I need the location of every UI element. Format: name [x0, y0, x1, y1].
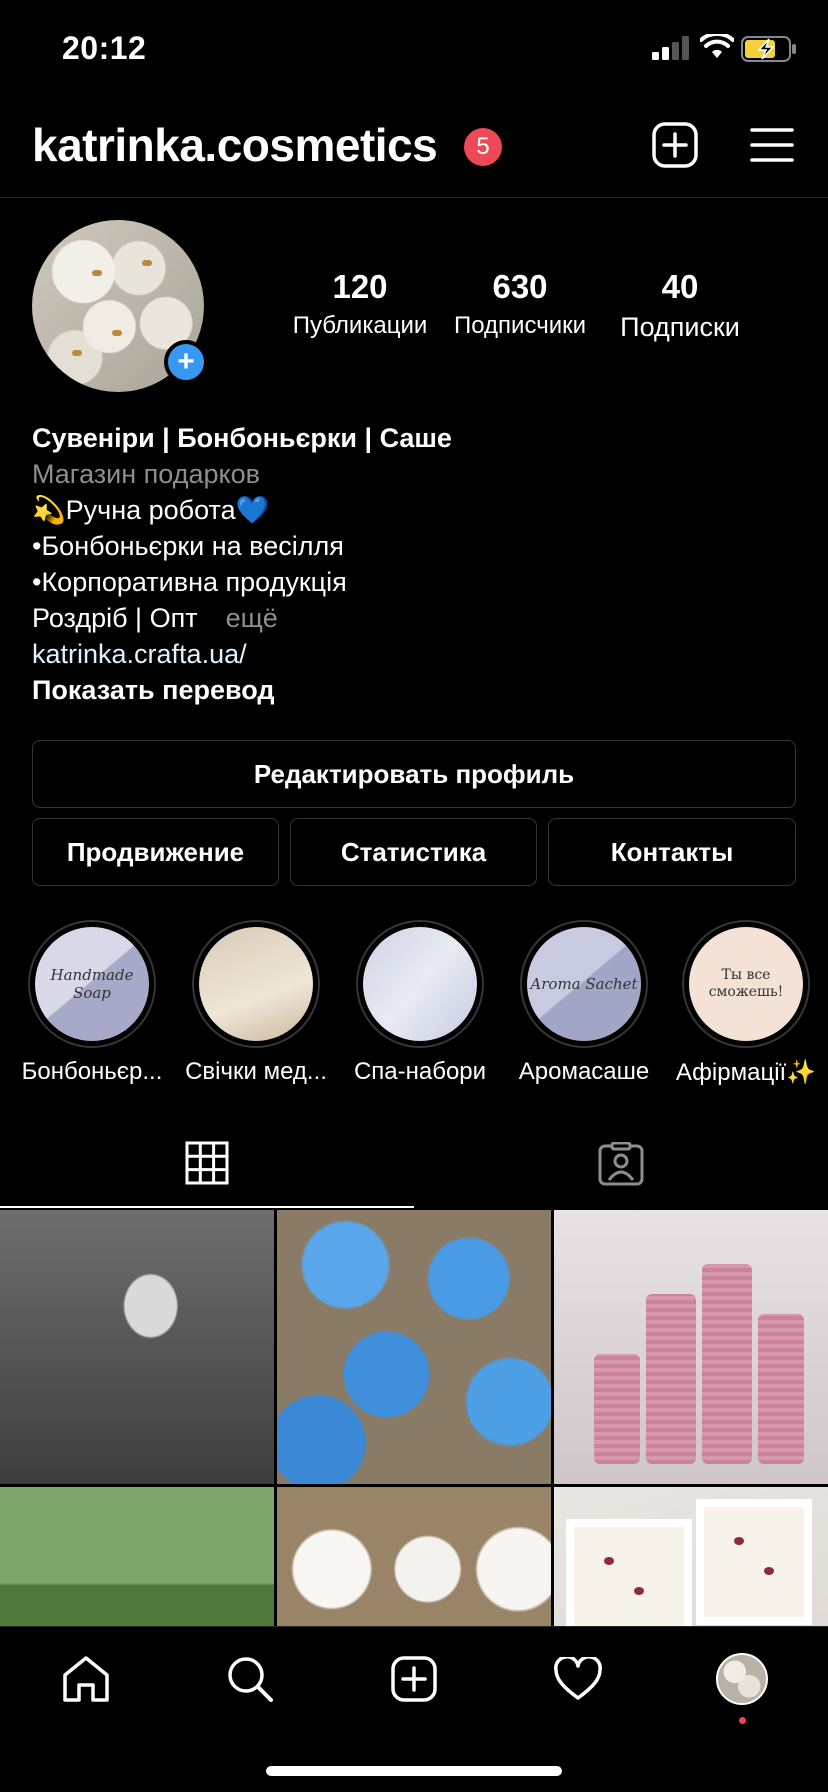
nav-activity[interactable]: [548, 1649, 608, 1709]
highlight-cover: [199, 927, 313, 1041]
website-link[interactable]: katrinka.crafta.ua/: [32, 636, 802, 672]
posts-count: 120: [332, 268, 388, 305]
highlight-label: Спа-набори: [353, 1058, 487, 1085]
bio-line-with-more: Роздріб | Опт ещё: [32, 600, 802, 636]
highlight-item[interactable]: Ты все сможешь! Афірмації✨: [664, 920, 828, 1087]
grid-icon: [185, 1141, 229, 1185]
highlight-ring: Handmade Soap: [28, 920, 156, 1048]
avatar-decoration: [72, 350, 82, 356]
profile-tabs: [0, 1120, 828, 1208]
profile-header: katrinka.cosmetics 5: [0, 108, 828, 198]
contacts-button[interactable]: Контакты: [548, 818, 796, 886]
highlight-item[interactable]: Handmade Soap Бонбоньєр...: [10, 920, 174, 1086]
petal-decoration: [764, 1567, 774, 1575]
bio-line: Роздріб | Опт: [32, 603, 198, 633]
highlight-ring: [356, 920, 484, 1048]
heart-icon: [554, 1657, 602, 1700]
highlight-label: Свічки мед...: [185, 1058, 327, 1085]
story-highlights: Handmade Soap Бонбоньєр... Свічки мед...…: [0, 920, 828, 1090]
following-label: Подписки: [620, 312, 740, 342]
notification-badge[interactable]: 5: [464, 128, 502, 166]
signal-icon: [652, 36, 689, 60]
highlight-label: Бонбоньєр...: [21, 1058, 163, 1085]
post-thumbnail[interactable]: [277, 1210, 551, 1484]
more-link[interactable]: ещё: [226, 603, 278, 633]
posts-label: Публикации: [292, 312, 428, 339]
add-story-button[interactable]: +: [164, 340, 208, 384]
petal-decoration: [634, 1587, 644, 1595]
following-stat[interactable]: 40 Подписки: [604, 268, 756, 343]
post-thumbnail[interactable]: [0, 1487, 274, 1628]
edit-profile-button[interactable]: Редактировать профиль: [32, 740, 796, 808]
post-thumbnail[interactable]: [554, 1210, 828, 1484]
highlight-cover: [363, 927, 477, 1041]
highlight-item[interactable]: Свічки мед...: [174, 920, 338, 1086]
tab-posts-grid[interactable]: [0, 1120, 414, 1208]
candle-shape: [646, 1294, 696, 1464]
add-icon: [391, 1656, 437, 1702]
status-time: 20:12: [62, 30, 147, 66]
posts-grid: [0, 1210, 828, 1628]
highlight-label: Аромасаше: [518, 1058, 650, 1085]
home-icon: [63, 1656, 109, 1702]
status-bar: 20:12: [0, 0, 828, 100]
highlight-ring: Ты все сможешь!: [682, 920, 810, 1048]
notification-dot: [739, 1717, 746, 1724]
category-label: Магазин подарков: [32, 459, 260, 489]
highlight-cover: Handmade Soap: [35, 927, 149, 1041]
display-name: Сувеніри | Бонбоньєрки | Саше: [32, 423, 452, 453]
highlight-cover: Ты все сможешь!: [689, 927, 803, 1041]
menu-button[interactable]: [750, 126, 794, 164]
post-thumbnail[interactable]: [554, 1487, 828, 1628]
posts-stat[interactable]: 120 Публикации: [284, 268, 436, 340]
battery-icon: [741, 36, 796, 62]
soap-bar-shape: [574, 1527, 684, 1628]
show-translation-link[interactable]: Показать перевод: [32, 672, 802, 708]
home-indicator[interactable]: [266, 1766, 562, 1776]
highlight-item[interactable]: Спа-набори: [338, 920, 502, 1086]
candle-shape: [702, 1264, 752, 1464]
candle-shape: [594, 1354, 640, 1464]
nav-add[interactable]: [384, 1649, 444, 1709]
highlight-ring: [192, 920, 320, 1048]
followers-label: Подписчики: [453, 312, 587, 339]
profile-avatar-icon: [716, 1653, 768, 1705]
search-icon: [228, 1657, 273, 1702]
avatar-decoration: [112, 330, 122, 336]
bio-line: •Корпоративна продукція: [32, 567, 347, 597]
highlight-ring: Aroma Sachet: [520, 920, 648, 1048]
highlight-item[interactable]: Aroma Sachet Аромасаше: [502, 920, 666, 1086]
avatar-decoration: [92, 270, 102, 276]
tagged-icon: [598, 1142, 644, 1186]
soap-bar-shape: [704, 1507, 804, 1617]
bio-line: •Бонбоньєрки на весілля: [32, 531, 344, 561]
wifi-icon: [700, 34, 734, 58]
statistics-button[interactable]: Статистика: [290, 818, 537, 886]
avatar-decoration: [142, 260, 152, 266]
new-post-button[interactable]: [652, 122, 698, 168]
following-count: 40: [661, 268, 699, 305]
petal-decoration: [734, 1537, 744, 1545]
bio-line: 💫Ручна робота💙: [32, 495, 270, 525]
followers-stat[interactable]: 630 Подписчики: [444, 268, 596, 340]
post-thumbnail[interactable]: [277, 1487, 551, 1628]
tab-tagged[interactable]: [414, 1120, 828, 1208]
nav-home[interactable]: [56, 1649, 116, 1709]
username[interactable]: katrinka.cosmetics: [32, 118, 438, 172]
highlight-cover: Aroma Sachet: [527, 927, 641, 1041]
followers-count: 630: [492, 268, 548, 305]
promotion-button[interactable]: Продвижение: [32, 818, 279, 886]
candle-shape: [758, 1314, 804, 1464]
nav-search[interactable]: [220, 1649, 280, 1709]
post-thumbnail[interactable]: [0, 1210, 274, 1484]
petal-decoration: [604, 1557, 614, 1565]
bio: Сувеніри | Бонбоньєрки | Саше Магазин по…: [32, 420, 802, 708]
highlight-label: Афірмації✨: [675, 1059, 817, 1086]
nav-profile[interactable]: [712, 1649, 772, 1709]
